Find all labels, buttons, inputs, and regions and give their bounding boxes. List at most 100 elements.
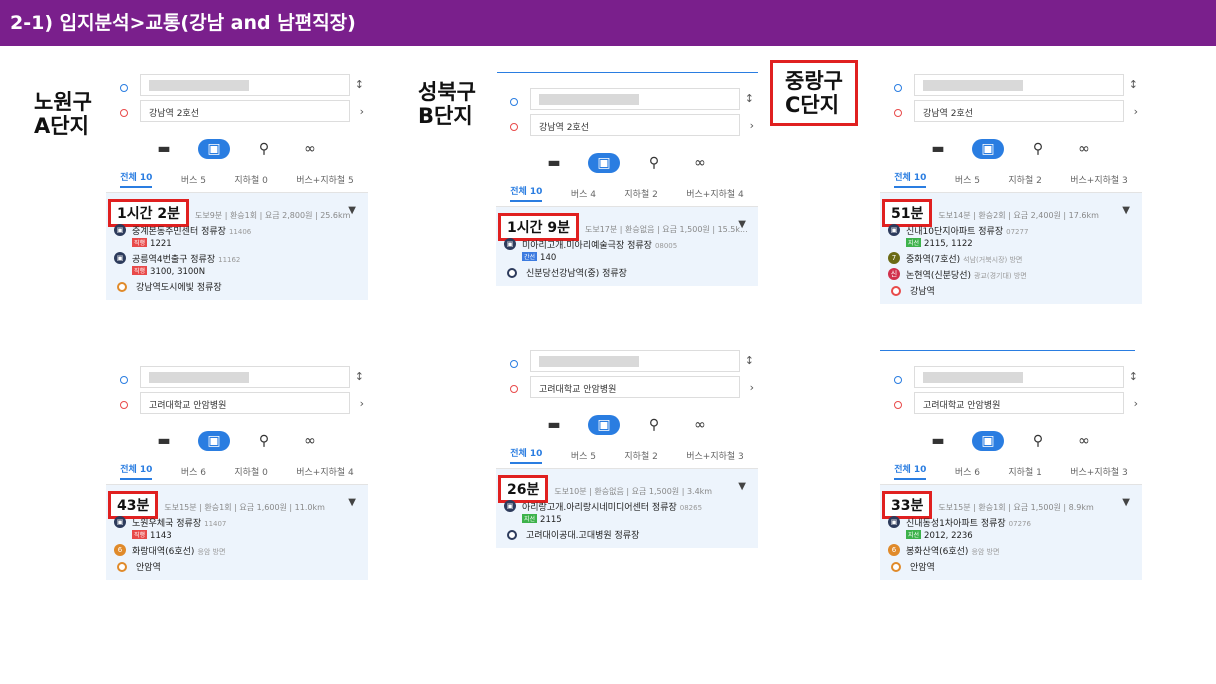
tab-3[interactable]: 버스+지하철 4: [296, 465, 354, 478]
car-icon[interactable]: ▬: [542, 153, 566, 173]
close-icon[interactable]: ›: [360, 105, 364, 118]
tab-1[interactable]: 버스 5: [181, 173, 206, 186]
car-icon[interactable]: ▬: [926, 431, 950, 451]
origin-input[interactable]: [140, 366, 350, 388]
origin-input[interactable]: [140, 74, 350, 96]
car-icon[interactable]: ▬: [926, 139, 950, 159]
tab-1[interactable]: 버스 4: [571, 187, 596, 200]
route-result-card[interactable]: 51분 도보14분 | 환승2회 | 요금 2,400원 | 17.6km ▼ ▣ 신내…: [880, 193, 1142, 304]
tab-2[interactable]: 지하철 0: [234, 465, 267, 478]
tab-0[interactable]: 전체 10: [894, 170, 927, 188]
bike-icon[interactable]: ∞: [688, 415, 712, 435]
swap-icon[interactable]: ↕: [1129, 370, 1138, 383]
walk-icon[interactable]: ⚲: [642, 153, 666, 173]
tab-0[interactable]: 전체 10: [510, 446, 543, 464]
tab-0[interactable]: 전체 10: [120, 462, 153, 480]
swap-icon[interactable]: ↕: [1129, 78, 1138, 91]
chevron-down-icon[interactable]: ▼: [348, 497, 356, 508]
transport-mode-bar: ▬ ▣ ⚲ ∞: [106, 424, 368, 458]
swap-icon[interactable]: ↕: [355, 370, 364, 383]
tab-0[interactable]: 전체 10: [894, 462, 927, 480]
tab-3[interactable]: 버스+지하철 3: [686, 449, 744, 462]
bike-icon[interactable]: ∞: [688, 153, 712, 173]
walk-icon[interactable]: ⚲: [252, 139, 276, 159]
stop-id: 07276: [1008, 520, 1031, 528]
bus-icon[interactable]: ▣: [198, 431, 230, 451]
stop-name: 안암역: [136, 563, 161, 573]
walk-icon[interactable]: ⚲: [1026, 139, 1050, 159]
origin-input[interactable]: [914, 366, 1124, 388]
bike-icon[interactable]: ∞: [298, 139, 322, 159]
bus-icon[interactable]: ▣: [972, 431, 1004, 451]
swap-icon[interactable]: ↕: [745, 354, 754, 367]
step-text: 미아리고개.미아리예술극장 정류장 08005: [522, 238, 677, 251]
tab-3[interactable]: 버스+지하철 5: [296, 173, 354, 186]
destination-input[interactable]: 고려대학교 안암병원: [140, 392, 350, 414]
bus-icon[interactable]: ▣: [588, 153, 620, 173]
destination-input[interactable]: 강남역 2호선: [140, 100, 350, 122]
bike-icon[interactable]: ∞: [1072, 431, 1096, 451]
district-label-a: 노원구 A단지: [34, 90, 92, 138]
walk-icon[interactable]: ⚲: [1026, 431, 1050, 451]
chevron-down-icon[interactable]: ▼: [1122, 497, 1130, 508]
tab-0[interactable]: 전체 10: [510, 184, 543, 202]
chevron-down-icon[interactable]: ▼: [348, 205, 356, 216]
tab-0[interactable]: 전체 10: [120, 170, 153, 188]
close-icon[interactable]: ›: [750, 119, 754, 132]
tab-2[interactable]: 지하철 1: [1008, 465, 1041, 478]
bike-icon[interactable]: ∞: [1072, 139, 1096, 159]
walk-icon[interactable]: ⚲: [642, 415, 666, 435]
route-result-card[interactable]: 26분 도보10분 | 환승없음 | 요금 1,500원 | 3.4km ▼ ▣ 아리랑…: [496, 469, 758, 548]
tab-3[interactable]: 버스+지하철 3: [1070, 173, 1128, 186]
close-icon[interactable]: ›: [1134, 105, 1138, 118]
bus-icon[interactable]: ▣: [198, 139, 230, 159]
origin-input[interactable]: [530, 350, 740, 372]
stop-name: 화랑대역(6호선): [132, 547, 195, 557]
swap-icon[interactable]: ↕: [355, 78, 364, 91]
stop-name: 미아리고개.미아리예술극장 정류장: [522, 241, 652, 251]
tab-2[interactable]: 지하철 2: [624, 187, 657, 200]
destination-input[interactable]: 강남역 2호선: [530, 114, 740, 136]
walk-icon[interactable]: ⚲: [252, 431, 276, 451]
close-icon[interactable]: ›: [360, 397, 364, 410]
destination-text: 강남역 2호선: [539, 123, 589, 133]
tab-2[interactable]: 지하철 2: [624, 449, 657, 462]
tab-1[interactable]: 버스 6: [181, 465, 206, 478]
tab-3[interactable]: 버스+지하철 4: [686, 187, 744, 200]
bus-icon[interactable]: ▣: [588, 415, 620, 435]
tab-1[interactable]: 버스 6: [955, 465, 980, 478]
tab-1[interactable]: 버스 5: [955, 173, 980, 186]
route-result-card[interactable]: 33분 도보15분 | 환승1회 | 요금 1,500원 | 8.9km ▼ ▣ 신내동…: [880, 485, 1142, 580]
origin-dot-icon: [510, 98, 518, 106]
bus-type-badge: 지선: [522, 514, 538, 523]
route-search-box: 강남역 2호선 ↕ ›: [106, 74, 368, 132]
bus-icon[interactable]: ▣: [972, 139, 1004, 159]
tab-2[interactable]: 지하철 0: [234, 173, 267, 186]
tab-1[interactable]: 버스 5: [571, 449, 596, 462]
car-icon[interactable]: ▬: [542, 415, 566, 435]
tab-2[interactable]: 지하철 2: [1008, 173, 1041, 186]
chevron-down-icon[interactable]: ▼: [1122, 205, 1130, 216]
swap-icon[interactable]: ↕: [745, 92, 754, 105]
destination-input[interactable]: 강남역 2호선: [914, 100, 1124, 122]
car-icon[interactable]: ▬: [152, 431, 176, 451]
bike-icon[interactable]: ∞: [298, 431, 322, 451]
tab-3[interactable]: 버스+지하철 3: [1070, 465, 1128, 478]
origin-input[interactable]: [530, 88, 740, 110]
destination-text: 고려대학교 안암병원: [539, 385, 617, 395]
origin-input[interactable]: [914, 74, 1124, 96]
destination-input[interactable]: 고려대학교 안암병원: [914, 392, 1124, 414]
destination-input[interactable]: 고려대학교 안암병원: [530, 376, 740, 398]
route-result-card[interactable]: 1시간 9분 도보17분 | 환승없음 | 요금 1,500원 | 15.5k..…: [496, 207, 758, 286]
stop-name: 신분당선강남역(중) 정류장: [526, 269, 627, 279]
car-icon[interactable]: ▬: [152, 139, 176, 159]
bus-lines: 직행 1221: [132, 238, 360, 249]
close-icon[interactable]: ›: [750, 381, 754, 394]
destination-icon: [507, 530, 517, 540]
chevron-down-icon[interactable]: ▼: [738, 481, 746, 492]
close-icon[interactable]: ›: [1134, 397, 1138, 410]
bus-stop-icon: ▣: [114, 224, 126, 236]
chevron-down-icon[interactable]: ▼: [738, 219, 746, 230]
route-result-card[interactable]: 1시간 2분 도보9분 | 환승1회 | 요금 2,800원 | 25.6km ▼ ▣…: [106, 193, 368, 300]
route-result-card[interactable]: 43분 도보15분 | 환승1회 | 요금 1,600원 | 11.0km ▼ ▣ 노원…: [106, 485, 368, 580]
